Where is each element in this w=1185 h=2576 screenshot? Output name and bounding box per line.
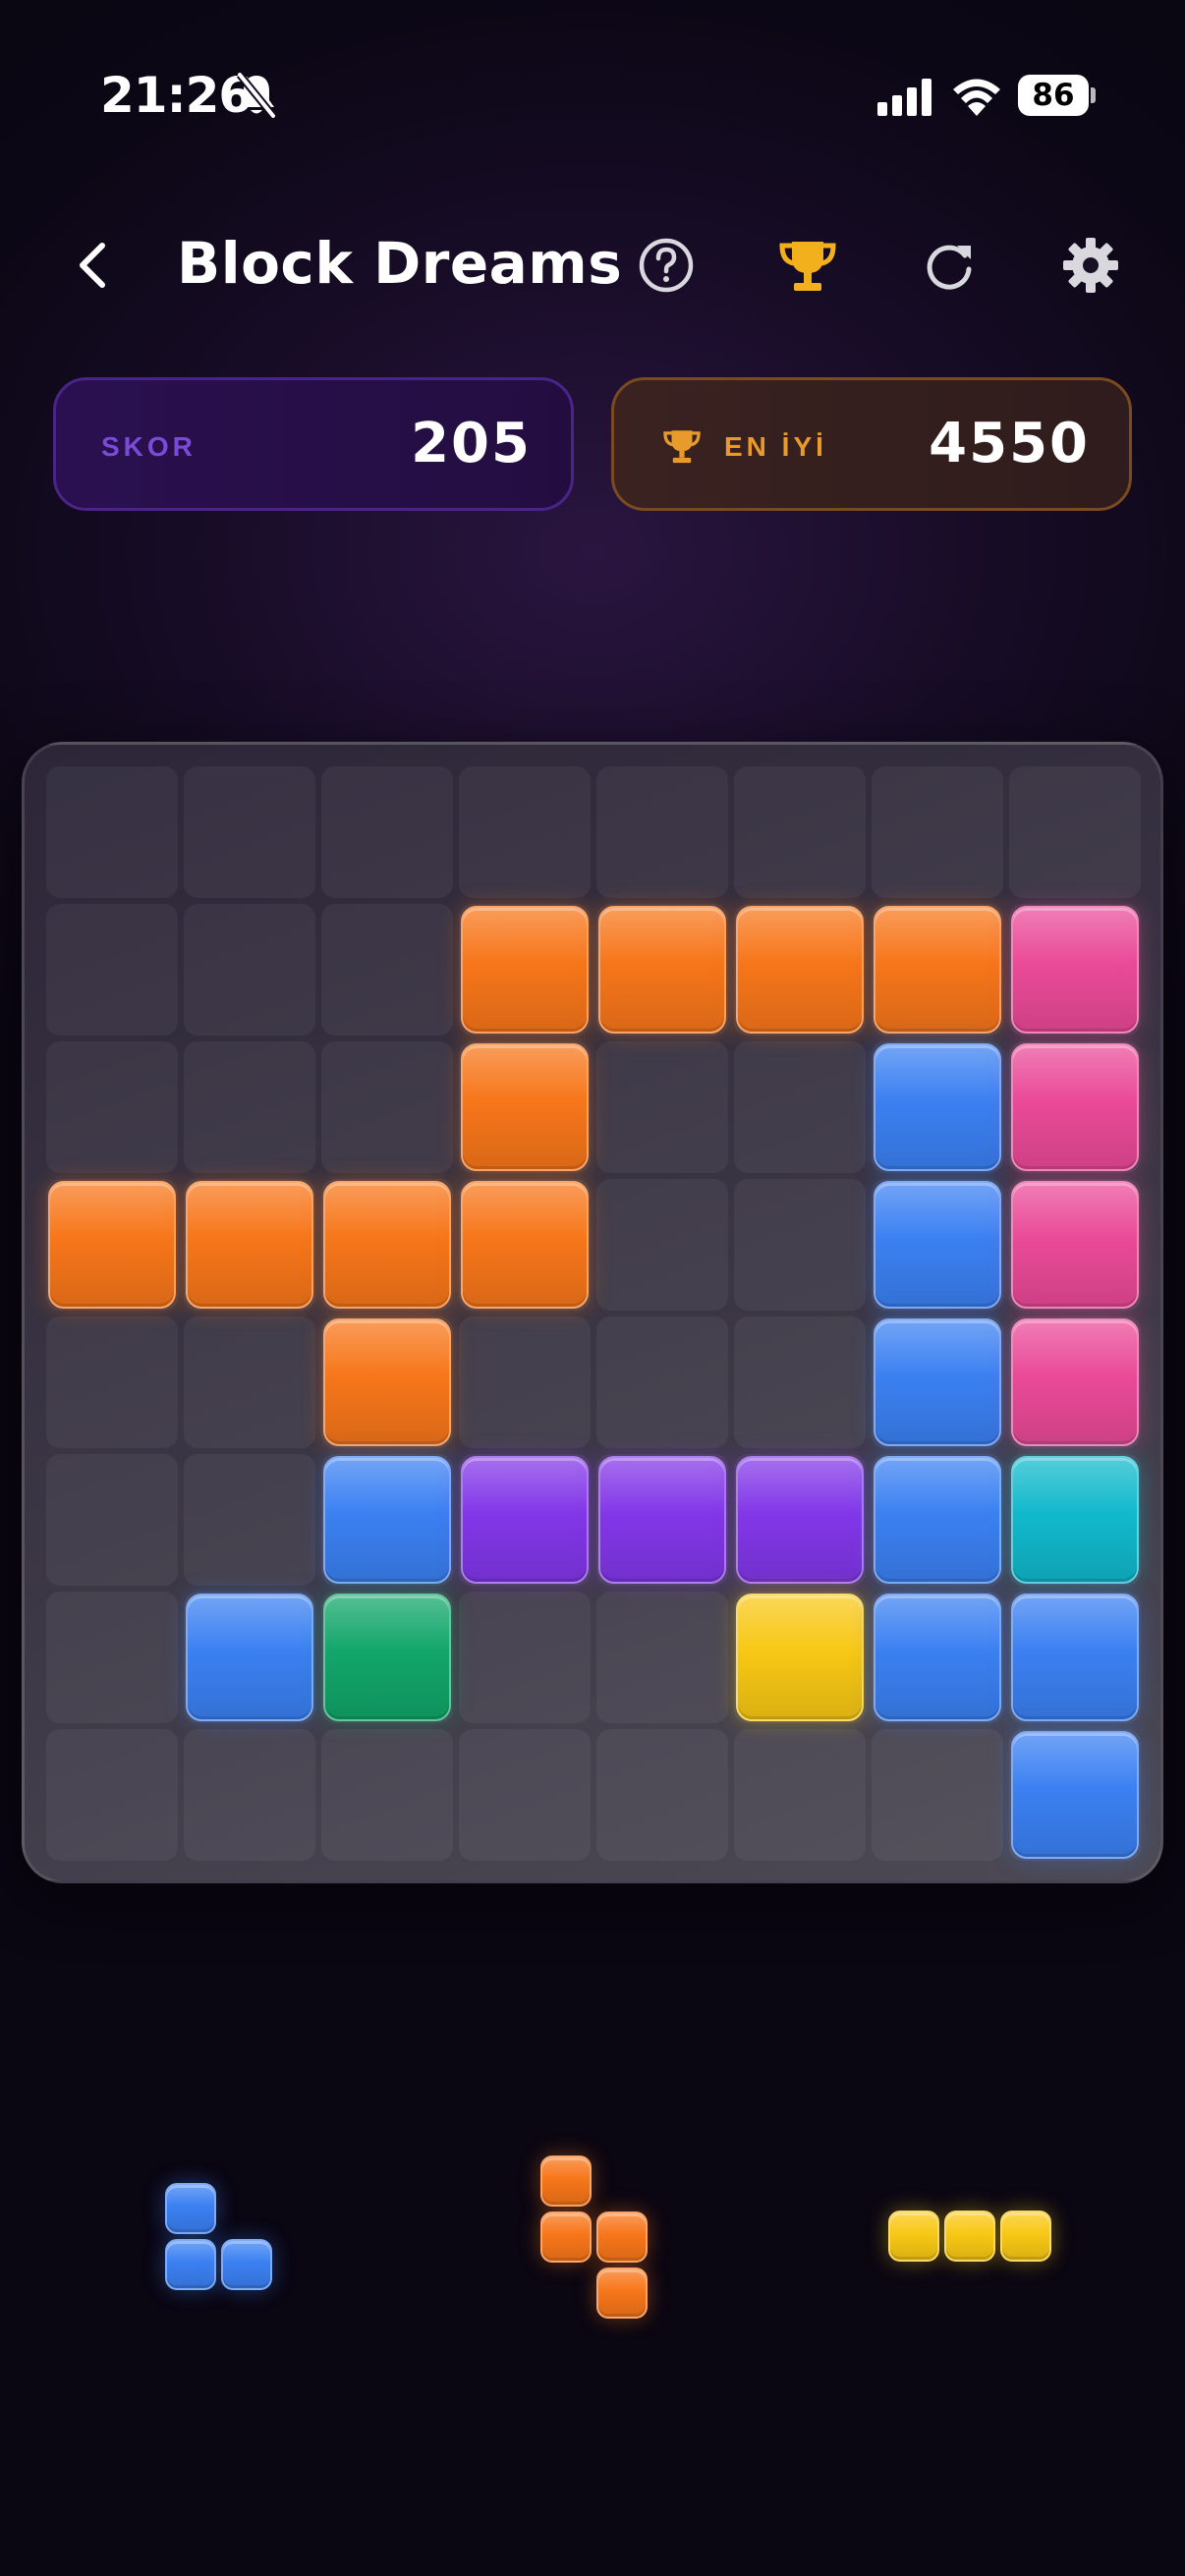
pink-block [1011, 1181, 1139, 1309]
board-cell[interactable] [872, 1729, 1003, 1861]
trophy-icon [663, 430, 701, 464]
orange-piece-cell [540, 2156, 592, 2207]
help-icon[interactable] [635, 234, 698, 297]
board-cell[interactable] [46, 904, 178, 1036]
board-cell[interactable] [596, 1041, 728, 1173]
best-score-label: EN İYİ [724, 431, 827, 462]
orange-block [48, 1181, 176, 1309]
board-cell[interactable] [459, 1592, 591, 1723]
back-chevron-icon[interactable] [67, 238, 122, 293]
purple-block [461, 1456, 589, 1584]
blue-block [1011, 1731, 1139, 1859]
board-cell[interactable] [46, 1041, 178, 1173]
best-score-card: EN İYİ 4550 [611, 377, 1132, 511]
yellow-piece-cell [888, 2211, 939, 2262]
yellow-block [736, 1594, 864, 1721]
orange-block [323, 1181, 451, 1309]
blue-block [874, 1043, 1001, 1171]
board-cell[interactable] [734, 1041, 866, 1173]
blue-block [186, 1594, 313, 1721]
wifi-icon [953, 79, 1000, 116]
board-cell[interactable] [184, 766, 315, 898]
orange-block [323, 1318, 451, 1446]
orange-block [461, 1181, 589, 1309]
score-value: 205 [411, 412, 532, 476]
board-cell[interactable] [596, 1316, 728, 1448]
gear-icon[interactable] [1059, 234, 1122, 297]
yellow-piece-cell [944, 2211, 995, 2262]
board-cell[interactable] [321, 1041, 453, 1173]
board-cell[interactable] [459, 766, 591, 898]
green-block [323, 1594, 451, 1721]
status-bar: 21:26 86 [0, 0, 1185, 196]
board-cell[interactable] [46, 1316, 178, 1448]
board-cell[interactable] [872, 766, 1003, 898]
board-cell[interactable] [321, 904, 453, 1036]
board-cell[interactable] [734, 1316, 866, 1448]
orange-block [461, 906, 589, 1034]
pink-block [1011, 1318, 1139, 1446]
board-cell[interactable] [596, 766, 728, 898]
board-cell[interactable] [734, 1729, 866, 1861]
pink-block [1011, 906, 1139, 1034]
orange-block [461, 1043, 589, 1171]
board-cell[interactable] [184, 904, 315, 1036]
board-cell[interactable] [596, 1592, 728, 1723]
board-cell[interactable] [321, 1729, 453, 1861]
board-cell[interactable] [459, 1729, 591, 1861]
orange-block [874, 906, 1001, 1034]
battery-indicator: 86 [1018, 75, 1096, 116]
blue-piece-cell [221, 2239, 272, 2290]
board-cell[interactable] [46, 766, 178, 898]
score-card: SKOR 205 [53, 377, 574, 511]
pink-block [1011, 1043, 1139, 1171]
board-cell[interactable] [46, 1454, 178, 1586]
blue-block [1011, 1594, 1139, 1721]
board-cell[interactable] [321, 766, 453, 898]
board-cell[interactable] [46, 1592, 178, 1723]
purple-block [736, 1456, 864, 1584]
status-time: 21:26 [100, 67, 253, 124]
board-cell[interactable] [1009, 766, 1141, 898]
blue-block [874, 1181, 1001, 1309]
orange-block [598, 906, 726, 1034]
page-title: Block Dreams [177, 230, 623, 297]
board-cell[interactable] [184, 1041, 315, 1173]
bell-off-icon [236, 72, 277, 119]
trophy-icon[interactable] [776, 234, 839, 297]
blue-piece-cell [165, 2183, 216, 2234]
blue-block [874, 1594, 1001, 1721]
restart-icon[interactable] [918, 234, 981, 297]
board-cell[interactable] [596, 1179, 728, 1311]
board-cell[interactable] [46, 1729, 178, 1861]
battery-level: 86 [1018, 75, 1089, 116]
board-cell[interactable] [184, 1729, 315, 1861]
orange-piece-cell [596, 2212, 648, 2263]
board-cell[interactable] [734, 1179, 866, 1311]
cyan-block [1011, 1456, 1139, 1584]
piece-tray [0, 2112, 1185, 2407]
board-cell[interactable] [459, 1316, 591, 1448]
board-cell[interactable] [734, 766, 866, 898]
game-board[interactable] [22, 742, 1163, 1883]
cellular-signal-icon [877, 79, 931, 116]
blue-piece-cell [165, 2239, 216, 2290]
board-cell[interactable] [184, 1454, 315, 1586]
best-score-value: 4550 [929, 412, 1090, 476]
orange-piece-cell [596, 2268, 648, 2319]
header: Block Dreams [0, 216, 1185, 314]
orange-block [736, 906, 864, 1034]
orange-block [186, 1181, 313, 1309]
orange-piece-cell [540, 2212, 592, 2263]
yellow-piece-cell [1000, 2211, 1051, 2262]
blue-block [874, 1318, 1001, 1446]
blue-block [874, 1456, 1001, 1584]
score-label: SKOR [101, 431, 197, 462]
board-cell[interactable] [184, 1316, 315, 1448]
blue-block [323, 1456, 451, 1584]
purple-block [598, 1456, 726, 1584]
board-cell[interactable] [596, 1729, 728, 1861]
